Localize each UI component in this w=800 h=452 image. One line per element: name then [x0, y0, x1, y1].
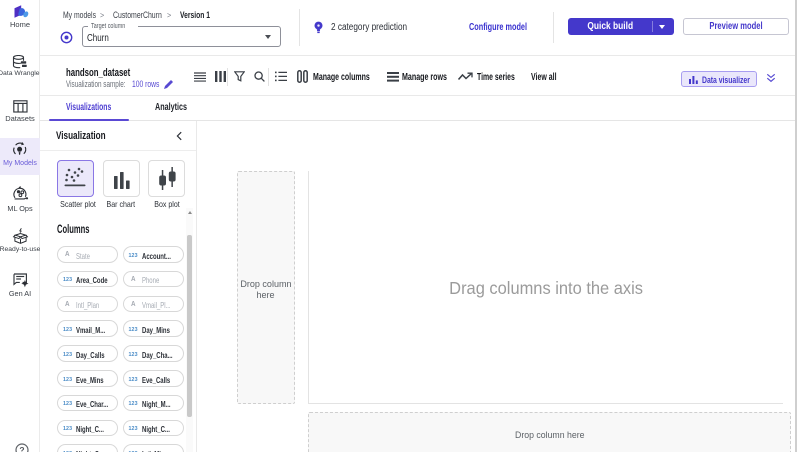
svg-text:?: ?	[19, 445, 24, 452]
